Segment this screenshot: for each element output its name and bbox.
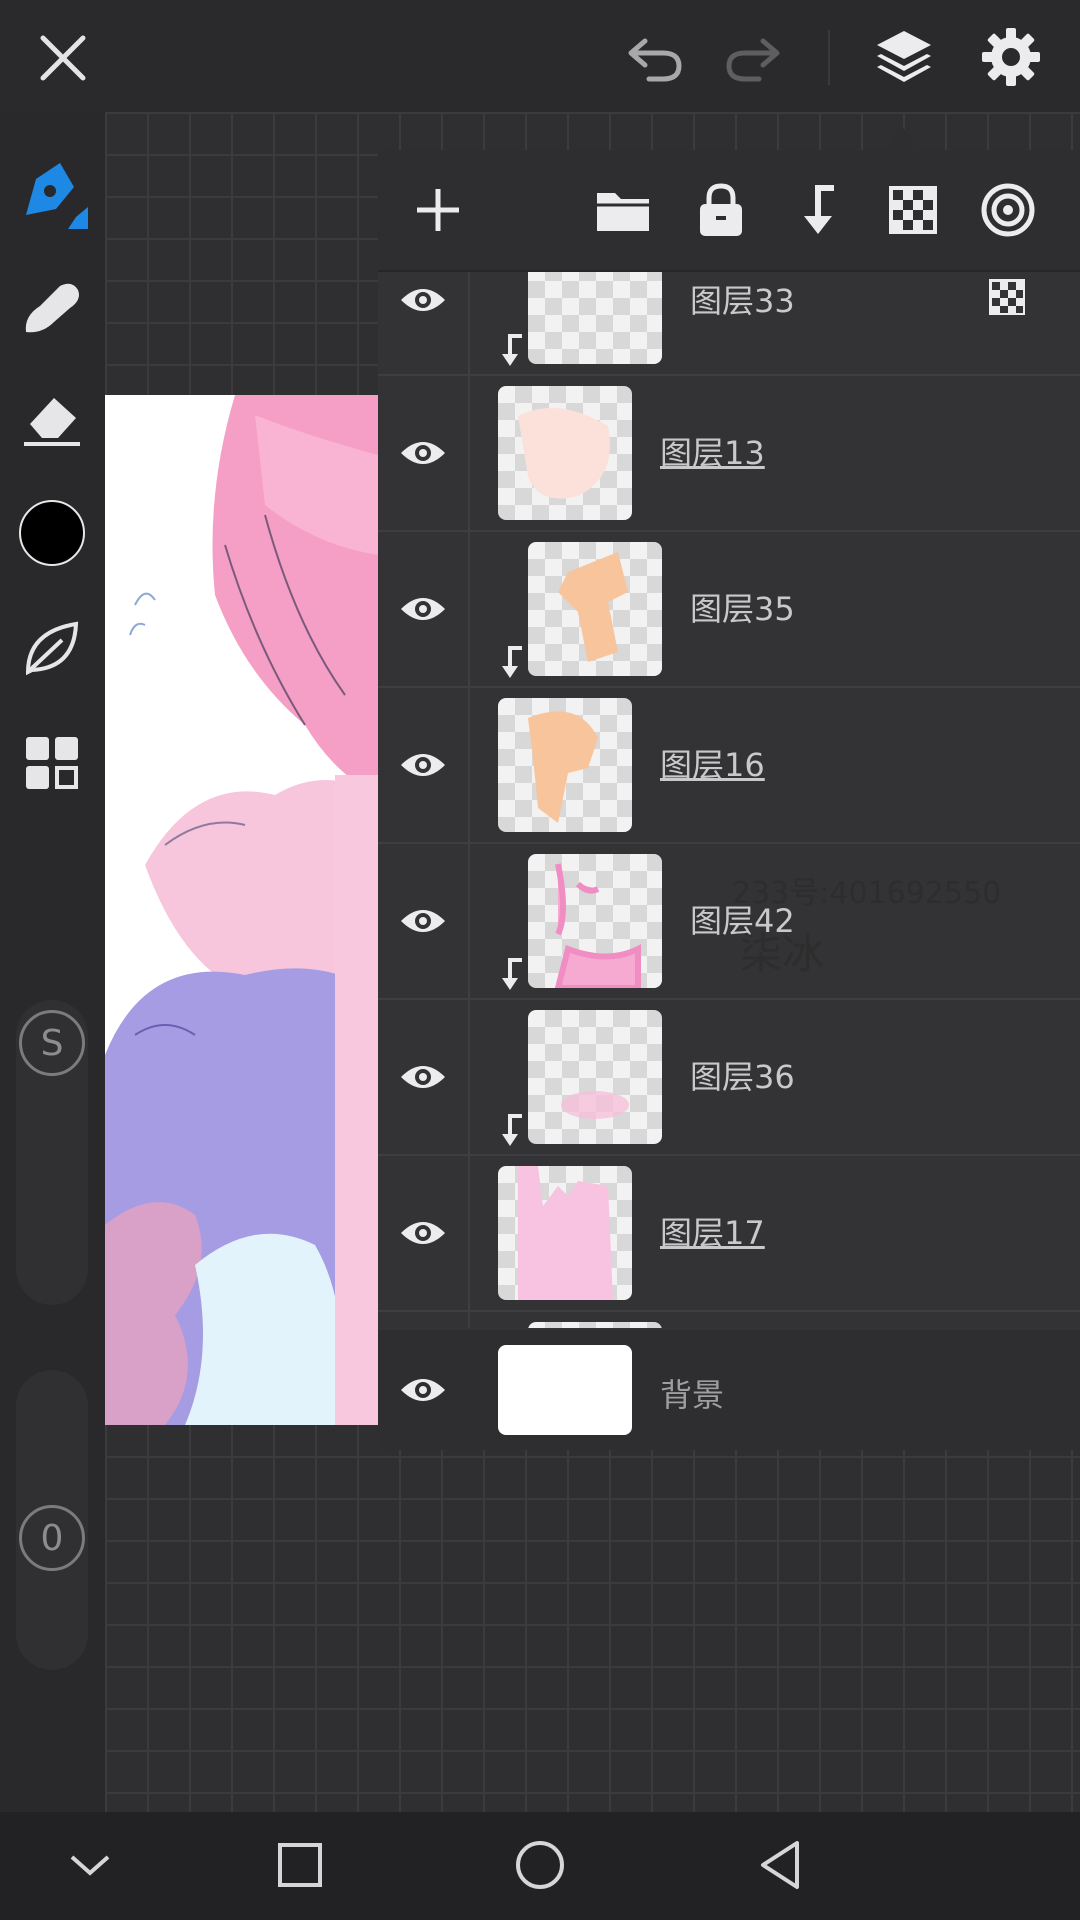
folder-icon[interactable]: [585, 180, 660, 240]
watermark-text: 233号:401692550: [732, 876, 1002, 911]
canvas-artwork[interactable]: [105, 395, 378, 1425]
layer-name: 图层16: [660, 746, 765, 784]
visibility-eye-icon[interactable]: [398, 901, 448, 941]
layer-thumbnail: [498, 1166, 632, 1300]
settings-gear-icon[interactable]: [975, 22, 1047, 92]
layer-row[interactable]: [378, 1312, 1080, 1328]
layer-row[interactable]: 图层33: [378, 272, 1080, 376]
layer-thumbnail: [528, 1010, 662, 1144]
clipping-mask-icon[interactable]: [779, 180, 854, 240]
layer-name: 图层17: [660, 1214, 765, 1252]
clipping-arrow-icon: [496, 644, 526, 684]
layer-thumbnail: [528, 1322, 662, 1328]
visibility-eye-icon[interactable]: [398, 433, 448, 473]
visibility-eye-icon[interactable]: [398, 1213, 448, 1253]
size-label: S: [19, 1010, 85, 1076]
add-layer-icon[interactable]: [400, 180, 475, 240]
lock-icon[interactable]: [683, 180, 758, 240]
background-layer-row[interactable]: 背景: [378, 1330, 1080, 1450]
clipping-arrow-icon: [496, 1112, 526, 1152]
visibility-eye-icon[interactable]: [398, 1057, 448, 1097]
grid-menu-icon[interactable]: [12, 725, 92, 800]
leaf-brush-icon[interactable]: [12, 610, 92, 685]
panel-pointer: [885, 124, 917, 150]
layer-list[interactable]: 图层33 图层13 图层35 图层16 图层42 图层36 图层17: [378, 272, 1080, 1328]
home-icon[interactable]: [510, 1835, 570, 1895]
clipping-arrow-icon: [496, 332, 526, 372]
opacity-label: 0: [19, 1505, 85, 1571]
visibility-eye-icon[interactable]: [398, 1370, 448, 1410]
layer-row[interactable]: 图层16: [378, 688, 1080, 844]
layer-name: 图层36: [690, 1058, 795, 1096]
layer-thumbnail: [498, 386, 632, 520]
layer-name: 图层35: [690, 590, 795, 628]
layer-row[interactable]: 图层13: [378, 376, 1080, 532]
background-layer-name: 背景: [660, 1376, 725, 1414]
layer-thumbnail: [528, 542, 662, 676]
toolbar-divider: [828, 30, 830, 85]
redo-icon[interactable]: [718, 25, 788, 90]
layer-thumbnail: [528, 272, 662, 364]
color-swatch[interactable]: [19, 500, 85, 566]
visibility-eye-icon[interactable]: [398, 589, 448, 629]
layer-row[interactable]: 图层36: [378, 1000, 1080, 1156]
clipping-arrow-icon: [496, 956, 526, 996]
undo-icon[interactable]: [620, 25, 690, 90]
layer-row[interactable]: 图层17: [378, 1156, 1080, 1312]
chevron-down-icon[interactable]: [60, 1835, 120, 1895]
layers-icon[interactable]: [868, 22, 940, 92]
background-thumbnail: [498, 1345, 632, 1435]
pen-tool-icon[interactable]: [12, 155, 92, 230]
close-icon[interactable]: [28, 25, 98, 90]
eraser-tool-icon[interactable]: [12, 385, 92, 450]
watermark-signature: 柒冰: [740, 929, 825, 978]
visibility-eye-icon[interactable]: [398, 745, 448, 785]
layer-thumbnail: [498, 698, 632, 832]
recent-apps-icon[interactable]: [270, 1835, 330, 1895]
visibility-eye-icon[interactable]: [398, 280, 448, 320]
layer-name: 图层13: [660, 434, 765, 472]
layer-row[interactable]: 图层35: [378, 532, 1080, 688]
transparency-lock-icon[interactable]: [875, 180, 950, 240]
layer-thumbnail: [528, 854, 662, 988]
layer-name: 图层33: [690, 282, 795, 320]
back-icon[interactable]: [750, 1835, 810, 1895]
alpha-lock-icon: [988, 278, 1026, 320]
smudge-tool-icon[interactable]: [12, 270, 92, 345]
reference-layer-icon[interactable]: [970, 180, 1045, 240]
